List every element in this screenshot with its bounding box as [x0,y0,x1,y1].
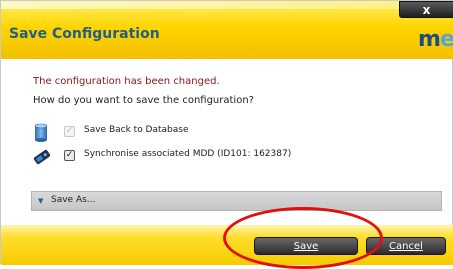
titlebar-strip [1,1,453,9]
company-logo: mei [418,27,453,52]
save-as-label: Save As... [51,195,96,205]
save-button-label: Save [293,240,319,252]
save-to-database-checkbox[interactable]: ✓ [64,126,75,137]
synchronise-mdd-checkbox[interactable]: ✓ [64,150,75,161]
close-icon: x [422,2,431,17]
save-question: How do you want to save the configuratio… [33,95,254,106]
option-synchronise-mdd: ✓ Synchronise associated MDD (ID101: 162… [1,147,361,167]
cancel-button-label: Cancel [389,240,423,252]
database-icon [31,123,51,143]
option-save-to-database: ✓ Save Back to Database [1,123,361,143]
save-configuration-dialog: Save Configuration x mei The configurati… [0,0,453,269]
dialog-header: Save Configuration x mei [1,1,453,59]
close-button[interactable]: x [399,1,453,18]
device-icon [31,147,51,167]
changed-message: The configuration has been changed. [33,76,220,87]
save-to-database-label: Save Back to Database [84,125,189,135]
save-button[interactable]: Save [254,237,358,255]
save-as-expander[interactable]: ▼ Save As... [31,191,442,211]
chevron-down-icon: ▼ [38,197,44,205]
cancel-button[interactable]: Cancel [366,237,446,255]
synchronise-mdd-label: Synchronise associated MDD (ID101: 16238… [84,149,292,159]
dialog-title: Save Configuration [9,26,160,42]
